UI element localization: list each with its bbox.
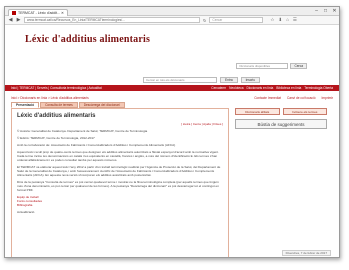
info-links: Equip de treball Fonts consultades Bibli… xyxy=(17,195,223,207)
history-paragraph: El TERMCAT va elaborar aquest léxic l'an… xyxy=(17,165,221,177)
forward-icon[interactable]: ▶ xyxy=(16,17,21,23)
url-field[interactable]: www.termcat.cat/ca/Recursos_En_Linia/TER… xyxy=(24,17,200,23)
home-icon[interactable]: ⌂ xyxy=(286,17,289,23)
page-title: Léxic d'additius alimentaris xyxy=(25,34,151,45)
search-button[interactable]: Cerca xyxy=(290,63,307,69)
browser-search-input[interactable]: Cercar xyxy=(209,17,264,23)
dictionary-search: Diccionaris disponibles Cerca xyxy=(236,63,307,69)
minimize-icon[interactable]: – xyxy=(312,7,321,16)
browser-tab[interactable]: TERMCAT - Léxic d'addit... ✕ xyxy=(8,8,68,16)
main-nav-bar: Inici | TERMCAT | Serveis | Consultoria … xyxy=(5,85,339,91)
authorship-line: © Autoria: Generalitat de Catalunya. Dep… xyxy=(17,129,148,133)
maximize-icon[interactable]: □ xyxy=(321,7,330,16)
favicon-icon xyxy=(12,10,16,15)
address-bar-row: ◀ ▶ www.termcat.cat/ca/Recursos_En_Linia… xyxy=(5,16,339,25)
main-nav-left[interactable]: Inici | TERMCAT | Serveis | Consultoria … xyxy=(11,86,102,90)
breadcrumb-row: Inici > Diccionaris en línia > Léxic d'a… xyxy=(11,95,333,101)
nav-terminologia-oberta[interactable]: Terminologia Oberta xyxy=(304,86,333,90)
breadcrumb[interactable]: Inici > Diccionaris en línia > Léxic d'a… xyxy=(11,96,89,100)
bookmark-icon[interactable]: ☆ xyxy=(270,17,274,23)
status-strip: Divendres, 7 de febrer de 2017 xyxy=(5,249,339,257)
global-search: Cercar en tots els diccionaris Entra Ins… xyxy=(143,77,261,83)
title-bar: TERMCAT - Léxic d'addit... ✕ – □ ✕ xyxy=(5,7,339,16)
contact-link[interactable]: Contacte Immediat xyxy=(254,96,281,100)
content-tools[interactable]: [ Lletra ] Cerca ] Ajuda ] Fitxes ] xyxy=(17,122,223,126)
link-bibliografia[interactable]: Bibliografia xyxy=(17,203,223,207)
download-icon[interactable]: ⬇ xyxy=(278,17,282,23)
nav-diccionaris[interactable]: Diccionaris en línia xyxy=(247,86,274,90)
nav-cercaterm[interactable]: Cercaterm xyxy=(211,86,226,90)
window-controls: – □ ✕ xyxy=(312,7,339,16)
clock: Divendres, 7 de febrer de 2017 xyxy=(281,250,331,256)
edition-line: © Edició: TERMCAT, Centre de Terminologi… xyxy=(17,136,95,140)
suggestions-box-button[interactable]: Bústia de suggeriments xyxy=(235,119,327,129)
content-panel: Léxic d'additius alimentaris [ Lletra ] … xyxy=(11,108,229,257)
enter-button[interactable]: Entra xyxy=(220,77,238,83)
nav-biblioteca[interactable]: Biblioteca en línia xyxy=(276,86,301,90)
dictionary-select[interactable]: Diccionaris disponibles xyxy=(236,63,289,69)
update-label: Actualització xyxy=(17,210,35,214)
usage-paragraph: Dins de la pestanya "Consulta de termes"… xyxy=(17,180,219,192)
site-header: Léxic d'additius alimentaris xyxy=(5,26,339,68)
nav-neoloteca[interactable]: Neoloteca xyxy=(229,86,243,90)
web-page: Léxic d'additius alimentaris Diccionaris… xyxy=(5,26,339,257)
affiliated-dictionaries-button[interactable]: Diccionaris afiliats xyxy=(235,108,280,115)
tab-title: TERMCAT - Léxic d'addit... ✕ xyxy=(18,10,64,15)
sidebar-buttons: Diccionaris afiliats Incloure els termes xyxy=(235,108,327,115)
close-icon[interactable]: ✕ xyxy=(330,7,339,16)
collaboration-line: Amb la col·laboració de: Associació de F… xyxy=(17,143,176,147)
print-link[interactable]: Imprimir xyxy=(321,96,333,100)
menu-icon[interactable]: ☰ xyxy=(293,17,297,23)
sidebar: Diccionaris afiliats Incloure els termes… xyxy=(235,108,327,129)
layout-link[interactable]: Canvi de col·locació xyxy=(287,96,316,100)
include-terms-button[interactable]: Incloure els termes xyxy=(282,108,327,115)
screen: TERMCAT - Léxic d'addit... ✕ – □ ✕ ◀ ▶ w… xyxy=(0,0,349,270)
main-nav-right: Cercaterm Neoloteca Diccionaris en línia… xyxy=(211,86,333,90)
content-heading: Léxic d'additius alimentaris xyxy=(17,113,96,119)
toolbar-icons: ☆ ⬇ ⌂ ☰ xyxy=(270,17,297,23)
utility-links: Contacte Immediat Canvi de col·locació I… xyxy=(254,96,333,100)
reload-icon[interactable]: ↻ xyxy=(203,18,206,23)
register-button[interactable]: Inscriu xyxy=(240,77,261,83)
global-search-input[interactable]: Cercar en tots els diccionaris xyxy=(143,77,217,83)
browser-window: TERMCAT - Léxic d'addit... ✕ – □ ✕ ◀ ▶ w… xyxy=(4,6,340,258)
back-icon[interactable]: ◀ xyxy=(8,17,13,23)
intro-paragraph: Aquest léxic recull prop de quatre-cents… xyxy=(17,150,219,162)
